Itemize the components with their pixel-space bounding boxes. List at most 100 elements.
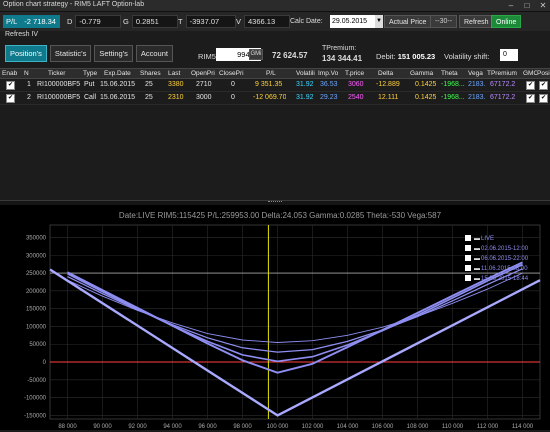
col-header-pl[interactable]: P/L — [266, 69, 286, 78]
legend-checkbox[interactable] — [465, 245, 471, 251]
col-header-expdate[interactable]: Exp.Date — [104, 69, 138, 78]
col-header-gamma[interactable]: Gamma — [410, 69, 438, 78]
x-tick-label: 102 000 — [302, 424, 324, 430]
col-header-ticker[interactable]: Ticker — [48, 69, 78, 78]
col-header-tpremium[interactable]: TPremium — [487, 69, 523, 78]
offset-value-field[interactable]: --30-- — [430, 15, 457, 28]
legend-checkbox[interactable] — [465, 275, 471, 281]
series-line-2 — [67, 268, 523, 353]
legend-checkbox[interactable] — [465, 265, 471, 271]
enable-checkbox[interactable]: ✔ — [6, 81, 15, 90]
legend-label: 06.06.2015-22:00 — [481, 256, 529, 262]
tprice-cell: 3060 — [348, 81, 364, 88]
col-header-enab[interactable]: Enab — [2, 69, 20, 78]
legend-label: LIVE — [481, 236, 494, 242]
gmo-checkbox[interactable]: ✔ — [526, 81, 535, 90]
tab-positions[interactable]: Position's — [5, 45, 47, 62]
online-button[interactable]: Online — [491, 15, 522, 28]
y-tick-label: 150000 — [26, 307, 47, 313]
col-header-openprice[interactable]: OpenPri — [191, 69, 219, 78]
legend-item[interactable]: ▬ — [474, 276, 480, 282]
pl-cell: 9 351.35 — [255, 81, 283, 88]
refresh-button[interactable]: Refresh — [459, 15, 494, 28]
legend-checkbox[interactable] — [465, 235, 471, 241]
delta-label: D — [67, 17, 73, 26]
tpremium-cell: 67172.2 — [490, 81, 516, 88]
actual-price-button[interactable]: Actual Price — [384, 15, 432, 28]
col-header-last[interactable]: Last — [168, 69, 188, 78]
tab-settings[interactable]: Setting's — [94, 45, 133, 62]
y-tick-label: 50000 — [29, 342, 46, 348]
legend-label: 11.06.2015-08:00 — [481, 266, 528, 272]
enable-checkbox[interactable]: ✔ — [6, 94, 15, 103]
col-header-impvol[interactable]: Imp.Vo — [318, 69, 343, 78]
pl-value: -2 718.34 — [20, 15, 60, 28]
vega-value: 4366.13 — [244, 15, 291, 28]
legend-label: 15.06.2015-18:44 — [481, 276, 529, 282]
x-tick-label: 94 000 — [163, 424, 182, 430]
legend-item[interactable]: ▬ — [474, 246, 480, 252]
pl-cell: -12 069.70 — [253, 94, 287, 101]
gamma-cell: 0.1425 — [415, 81, 437, 88]
delta-display: D -0.779 — [64, 15, 122, 28]
closeprice-cell[interactable]: 0 — [231, 79, 235, 91]
y-tick-label: -100000 — [24, 396, 47, 402]
tab-account[interactable]: Account — [135, 45, 173, 62]
tpremium-value: 134 344.41 — [322, 54, 363, 63]
splitter-grip-icon[interactable] — [268, 201, 282, 204]
col-header-volatility[interactable]: Volatili — [296, 69, 318, 78]
openprice-cell[interactable]: 2710 — [196, 79, 212, 91]
x-tick-label: 100 000 — [267, 424, 289, 430]
openprice-cell[interactable]: 3000 — [196, 92, 212, 104]
col-header-delta[interactable]: Delta — [378, 69, 400, 78]
table-row[interactable]: ✔ 1 RI100000BF5 Put 15.06.2015 25 3380 2… — [0, 79, 550, 92]
chevron-down-icon[interactable]: ▼ — [375, 15, 383, 28]
col-header-tprice[interactable]: T.price — [345, 69, 371, 78]
x-tick-label: 92 000 — [128, 424, 147, 430]
gmo-checkbox[interactable]: ✔ — [526, 94, 535, 103]
col-header-vega[interactable]: Vega — [468, 69, 486, 78]
shares-cell[interactable]: 25 — [145, 92, 153, 104]
calc-date-input[interactable]: 29.05.2015 — [330, 15, 376, 28]
delta-cell: -12.889 — [376, 81, 400, 88]
col-header-theta[interactable]: Theta — [441, 69, 463, 78]
theta-value: -3937.07 — [185, 15, 236, 28]
tab-statistics[interactable]: Statistic's — [49, 45, 92, 62]
positions-table: Enab N Ticker Type Exp.Date Shares Last … — [0, 68, 550, 105]
col-header-position[interactable]: Posi — [537, 69, 550, 78]
legend-item[interactable]: ▬ — [474, 266, 480, 272]
tprice-cell: 2540 — [348, 94, 364, 101]
type-cell: Call — [84, 94, 97, 101]
x-tick-label: 88 000 — [58, 424, 77, 430]
vega-cell: 2183... — [468, 81, 486, 88]
close-icon[interactable]: ✕ — [538, 1, 548, 10]
col-header-shares[interactable]: Shares — [140, 69, 164, 78]
col-header-gmo[interactable]: GMO — [523, 69, 537, 78]
col-header-n[interactable]: N — [24, 69, 38, 78]
last-cell: 2310 — [168, 94, 184, 101]
ticker-cell: RI100000BF5 — [37, 81, 81, 88]
x-tick-label: 106 000 — [372, 424, 394, 430]
shares-cell[interactable]: 25 — [145, 79, 153, 91]
pl-display: P/L -2 718.34 — [3, 15, 60, 28]
expdate-cell: 15.06.2015 — [100, 94, 136, 101]
position-checkbox[interactable]: ✔ — [539, 81, 548, 90]
refresh-iv-button[interactable]: Refresh IV — [5, 31, 38, 38]
col-header-closeprice[interactable]: ClosePri — [219, 69, 249, 78]
legend-item[interactable]: ▬ — [474, 256, 480, 262]
col-header-type[interactable]: Type — [83, 69, 101, 78]
impvol-cell: 29.23 — [320, 94, 338, 101]
tpremium-display: TPremium: 134 344.41 — [322, 44, 362, 65]
vol-shift-input[interactable]: 0 — [500, 49, 518, 61]
minimize-icon[interactable]: – — [506, 1, 516, 10]
closeprice-cell[interactable]: 0 — [231, 92, 235, 104]
maximize-icon[interactable]: □ — [522, 1, 532, 10]
legend-checkbox[interactable] — [465, 255, 471, 261]
chart-header: Date:LIVE RIM5:115425 P/L:259953.00 Delt… — [119, 211, 442, 220]
gmi-button[interactable]: GMi — [249, 49, 263, 60]
table-row[interactable]: ✔ 2 RI100000BF5 Call 15.06.2015 25 2310 … — [0, 92, 550, 105]
y-tick-label: 250000 — [26, 271, 47, 277]
x-tick-label: 114 000 — [512, 424, 534, 430]
position-checkbox[interactable]: ✔ — [539, 94, 548, 103]
legend-item[interactable]: ▬ — [474, 236, 480, 242]
